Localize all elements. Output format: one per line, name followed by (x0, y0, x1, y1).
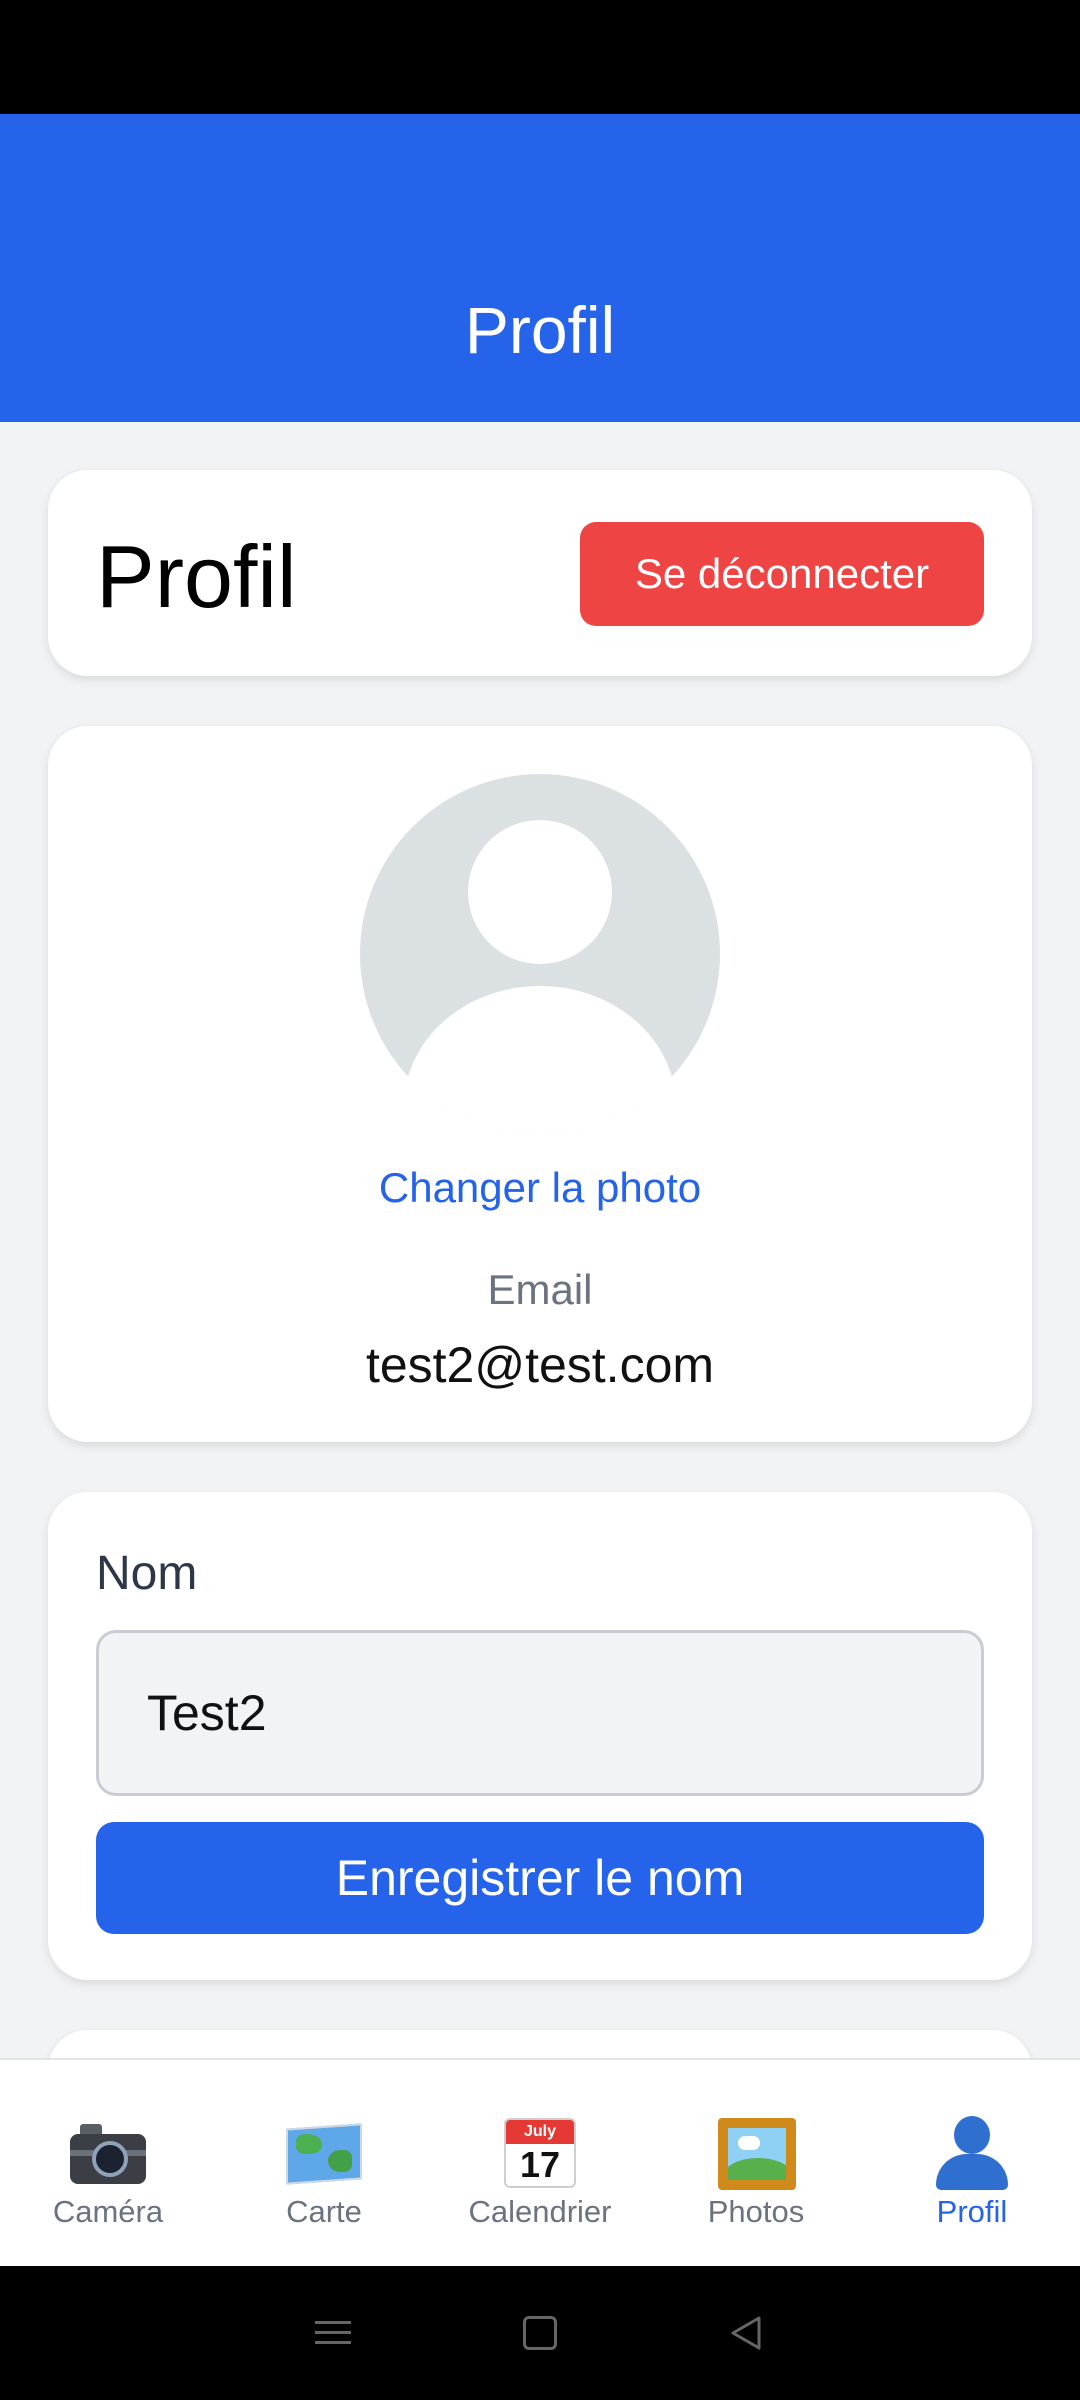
nav-item-calendar[interactable]: July 17 Calendrier (432, 2060, 648, 2266)
logout-button[interactable]: Se déconnecter (580, 522, 984, 626)
home-icon[interactable] (520, 2313, 560, 2353)
recent-apps-icon[interactable] (313, 2313, 353, 2353)
nav-item-profile[interactable]: Profil (864, 2060, 1080, 2266)
bottom-nav: Caméra Carte July 17 Calendrier Photos P… (0, 2058, 1080, 2266)
header-title: Profil (464, 293, 616, 367)
calendar-icon: July 17 (498, 2114, 582, 2190)
profile-icon (930, 2114, 1014, 2190)
calendar-icon-month: July (506, 2120, 574, 2144)
system-navigation-bar (0, 2266, 1080, 2400)
back-icon[interactable] (727, 2313, 767, 2353)
camera-icon (66, 2114, 150, 2190)
nav-item-map[interactable]: Carte (216, 2060, 432, 2266)
app-header: Profil (0, 114, 1080, 422)
nav-item-photos[interactable]: Photos (648, 2060, 864, 2266)
page-title: Profil (96, 527, 297, 626)
email-label: Email (487, 1266, 593, 1313)
name-label: Nom (96, 1547, 198, 1600)
map-icon (282, 2114, 366, 2190)
nav-label-profile: Profil (936, 2194, 1008, 2229)
avatar[interactable] (360, 774, 720, 1134)
avatar-head-shape (468, 820, 612, 964)
nav-label-camera: Caméra (52, 2194, 164, 2229)
nav-label-map: Carte (286, 2194, 362, 2229)
nav-label-calendar: Calendrier (468, 2194, 612, 2229)
change-photo-link[interactable]: Changer la photo (48, 1164, 1032, 1212)
email-value: test2@test.com (365, 1337, 715, 1393)
avatar-body-shape (404, 986, 676, 1134)
photos-icon (714, 2114, 798, 2190)
nav-label-photos: Photos (707, 2194, 805, 2229)
name-input[interactable] (96, 1630, 984, 1796)
save-name-button[interactable]: Enregistrer le nom (96, 1822, 984, 1934)
name-card: Nom Enregistrer le nom (48, 1492, 1032, 1980)
profile-photo-card: Changer la photo Email test2@test.com (48, 726, 1032, 1442)
nav-item-camera[interactable]: Caméra (0, 2060, 216, 2266)
status-bar (0, 0, 1080, 114)
calendar-icon-day: 17 (519, 2144, 561, 2185)
profile-title-card: Profil Se déconnecter (48, 470, 1032, 676)
